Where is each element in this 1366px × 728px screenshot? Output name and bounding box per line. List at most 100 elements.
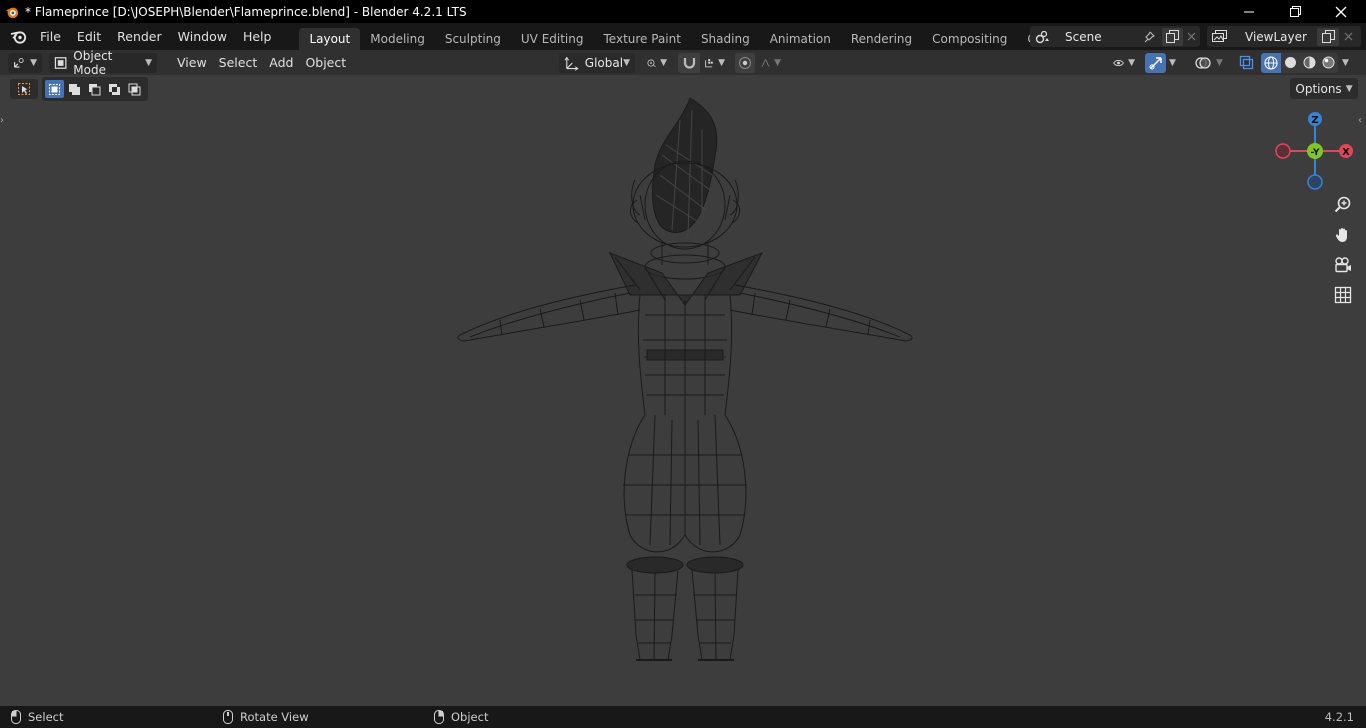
falloff-curve-icon [761, 58, 770, 67]
snap-target-dropdown[interactable]: ▼ [700, 53, 730, 73]
version-label: 4.2.1 [1324, 710, 1354, 724]
delete-view-layer-button[interactable] [1339, 32, 1357, 41]
status-select-label: Select [28, 710, 64, 724]
snap-toggle[interactable] [678, 52, 700, 73]
gizmo-y-label: -Y [1311, 148, 1320, 158]
status-select-hint: Select [10, 710, 63, 724]
close-icon [1335, 6, 1347, 17]
restore-icon [1289, 6, 1301, 17]
workspace-tab-modeling[interactable]: Modeling [360, 28, 435, 50]
chevron-down-icon: ▼ [1216, 57, 1223, 68]
mode-invert-selection-button[interactable] [105, 80, 124, 98]
material-sphere-icon [1303, 56, 1316, 69]
select-tool-button[interactable] [10, 79, 38, 99]
workspace-tab-rendering[interactable]: Rendering [841, 28, 922, 50]
selection-mode-group [42, 77, 148, 101]
mouse-middle-icon [223, 710, 233, 724]
workspace-tab-animation[interactable]: Animation [760, 28, 841, 50]
camera-view-button[interactable] [1330, 252, 1356, 278]
gizmo-neg-x[interactable] [1275, 143, 1291, 159]
menu-edit[interactable]: Edit [69, 26, 109, 48]
status-bar: Select Rotate View Object 4.2.1 [0, 706, 1366, 728]
3d-viewport[interactable]: › ‹ Options ▼ Z X -Y [0, 75, 1366, 706]
duplicate-icon [1321, 30, 1335, 43]
menu-window[interactable]: Window [170, 26, 235, 48]
restore-button[interactable] [1272, 0, 1318, 23]
gizmo-dropdown[interactable]: ▼ [1166, 53, 1184, 73]
view3d-menu-object[interactable]: Object [299, 55, 352, 70]
blender-logo-icon [5, 7, 19, 18]
workspace-tab-sculpting[interactable]: Sculpting [435, 28, 511, 50]
solid-shading-button[interactable] [1281, 52, 1300, 73]
menu-render[interactable]: Render [109, 26, 170, 48]
sidebar-expand-arrow[interactable]: ‹ [1358, 115, 1366, 129]
editor-type-dropdown[interactable]: ▼ [8, 52, 42, 73]
mode-label: Object Mode [73, 48, 113, 77]
status-rotate-label: Rotate View [240, 710, 309, 724]
delete-scene-button[interactable] [1183, 32, 1200, 41]
chevron-down-icon: ▼ [1128, 57, 1135, 68]
mode-intersect-selection-button[interactable] [125, 80, 144, 98]
options-dropdown[interactable]: Options ▼ [1290, 78, 1358, 99]
shading-dropdown[interactable]: ▼ [1339, 53, 1357, 73]
scene-selector[interactable]: Scene [1030, 26, 1200, 47]
show-gizmo-toggle[interactable] [1145, 52, 1166, 73]
xray-toggle[interactable] [1236, 53, 1256, 73]
mode-new-selection-button[interactable] [45, 80, 64, 98]
chevron-down-icon: ▼ [30, 57, 37, 68]
pan-button[interactable] [1330, 222, 1356, 248]
mode-subtract-selection-button[interactable] [85, 80, 104, 98]
xray-icon [1239, 55, 1253, 70]
workspace-tab-layout[interactable]: Layout [299, 28, 361, 50]
menu-help[interactable]: Help [235, 26, 280, 48]
navigation-gizmo[interactable]: Z X -Y [1270, 110, 1358, 195]
status-object-label: Object [451, 710, 489, 724]
perspective-toggle-button[interactable] [1330, 282, 1356, 308]
select-difference-icon [109, 83, 120, 95]
hand-icon [1335, 228, 1347, 242]
view3d-menu-view[interactable]: View [171, 55, 213, 70]
gizmo-icon [1149, 56, 1162, 69]
menu-file[interactable]: File [32, 26, 69, 48]
wireframe-shading-button[interactable] [1261, 52, 1281, 73]
pivot-point-dropdown[interactable]: ▼ [642, 53, 672, 73]
mode-dropdown[interactable]: Object Mode ▼ [49, 49, 157, 77]
transform-orientation-dropdown[interactable]: Global ▼ [559, 52, 635, 73]
select-intersect-icon [128, 83, 141, 95]
new-view-layer-button[interactable] [1317, 27, 1339, 46]
material-preview-button[interactable] [1300, 52, 1319, 73]
toolbar-expand-arrow[interactable]: › [0, 115, 8, 129]
scene-name[interactable]: Scene [1065, 30, 1140, 44]
proportional-falloff-dropdown[interactable]: ▼ [756, 53, 786, 73]
blender-menu-button[interactable] [6, 29, 30, 44]
show-overlays-toggle[interactable] [1192, 53, 1213, 73]
3d-viewport-icon [14, 57, 24, 68]
zoom-button[interactable] [1330, 192, 1356, 218]
pin-icon[interactable] [1142, 31, 1157, 43]
view-layer-selector[interactable]: ViewLayer [1207, 26, 1361, 47]
proportional-editing-toggle[interactable] [735, 52, 755, 73]
rendered-shading-button[interactable] [1319, 52, 1338, 73]
workspace-tab-compositing[interactable]: Compositing [922, 28, 1017, 50]
mouse-right-icon [434, 710, 444, 724]
workspace-tab-shading[interactable]: Shading [691, 28, 760, 50]
mode-extend-selection-button[interactable] [65, 80, 84, 98]
view3d-menu-select[interactable]: Select [213, 55, 264, 70]
zoom-icon [1334, 196, 1351, 213]
close-window-button[interactable] [1318, 0, 1364, 23]
object-visibility-dropdown[interactable]: ▼ [1108, 53, 1140, 73]
overlays-icon [1194, 56, 1211, 69]
new-scene-button[interactable] [1161, 27, 1183, 46]
character-wireframe-mesh[interactable] [440, 95, 930, 670]
view3d-menu-add[interactable]: Add [263, 55, 299, 70]
workspace-tab-uv-editing[interactable]: UV Editing [511, 28, 594, 50]
gizmo-neg-z[interactable] [1307, 174, 1323, 190]
workspace-tab-texture-paint[interactable]: Texture Paint [594, 28, 691, 50]
eye-icon [1113, 59, 1124, 66]
select-subtract-icon [89, 83, 101, 95]
overlays-dropdown[interactable]: ▼ [1213, 53, 1229, 73]
minimize-button[interactable] [1226, 0, 1272, 23]
window-titlebar: * Flameprince [D:\JOSEPH\Blender\Flamepr… [0, 0, 1366, 23]
grid-icon [1334, 286, 1352, 304]
view-layer-name[interactable]: ViewLayer [1245, 30, 1317, 44]
